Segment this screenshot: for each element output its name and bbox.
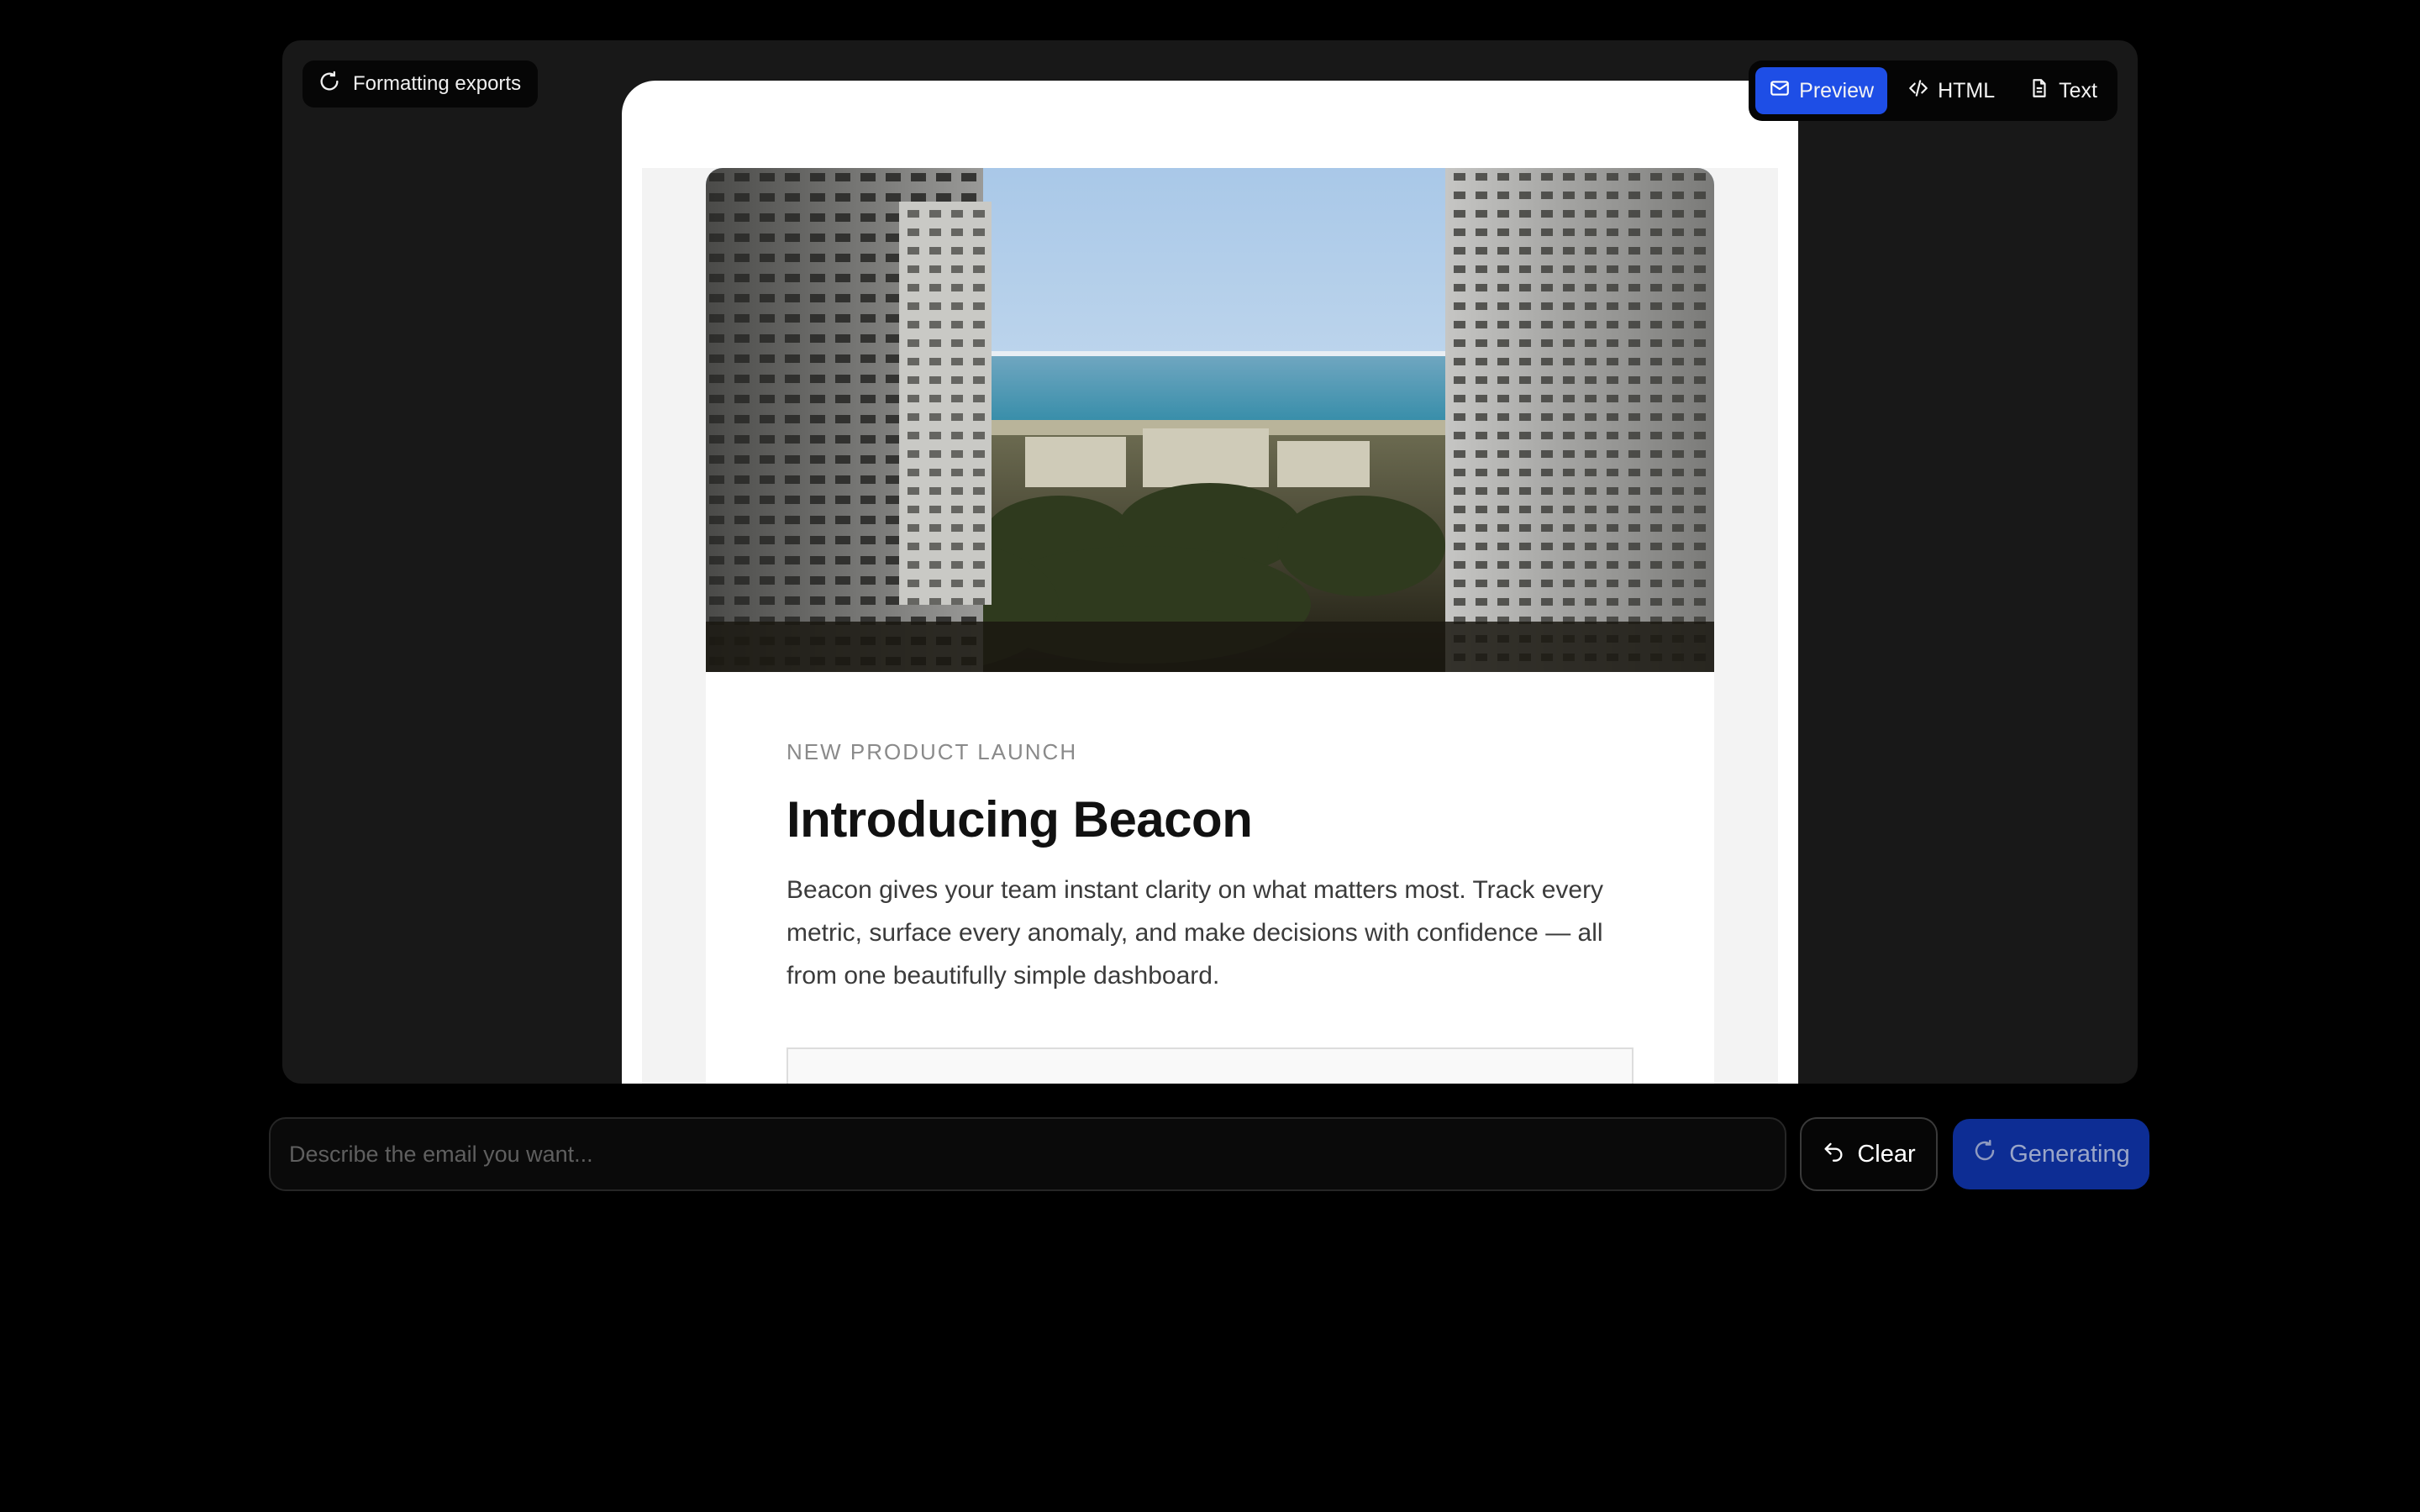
tab-html-label: HTML xyxy=(1938,78,1996,102)
loading-spinner-icon xyxy=(1972,1138,1997,1170)
clear-button[interactable]: Clear xyxy=(1800,1117,1938,1191)
email-preview-frame: NEW PRODUCT LAUNCH Introducing Beacon Be… xyxy=(622,81,1798,1084)
email-preview-panel: Formatting exports NEW PRODUCT LAUNCH In… xyxy=(282,40,2138,1084)
view-mode-toggle: Preview HTML Text xyxy=(1749,60,2118,121)
tab-preview[interactable]: Preview xyxy=(1755,67,1888,114)
mail-icon xyxy=(1769,77,1791,105)
tab-text-label: Text xyxy=(2059,78,2097,102)
generate-button-label: Generating xyxy=(2009,1140,2130,1168)
generate-button[interactable]: Generating xyxy=(1953,1119,2149,1189)
code-icon xyxy=(1907,77,1929,105)
email-eyebrow: NEW PRODUCT LAUNCH xyxy=(786,739,1078,764)
document-icon xyxy=(2028,77,2050,105)
email-card: NEW PRODUCT LAUNCH Introducing Beacon Be… xyxy=(706,168,1714,1084)
undo-icon xyxy=(1822,1139,1845,1169)
tab-text[interactable]: Text xyxy=(2015,67,2111,114)
prompt-input-container xyxy=(269,1117,1786,1191)
loading-spinner-icon xyxy=(318,70,341,99)
tab-preview-label: Preview xyxy=(1799,78,1875,102)
clear-button-label: Clear xyxy=(1857,1140,1916,1168)
tab-html[interactable]: HTML xyxy=(1894,67,2008,114)
email-body-text: Beacon gives your team instant clarity o… xyxy=(786,876,1604,990)
status-indicator: Formatting exports xyxy=(302,60,539,108)
email-callout-box xyxy=(786,1047,1634,1084)
hero-image xyxy=(706,168,1714,672)
email-headline: Introducing Beacon xyxy=(786,791,1253,848)
email-content: NEW PRODUCT LAUNCH Introducing Beacon Be… xyxy=(706,672,1714,1084)
status-label: Formatting exports xyxy=(353,72,522,95)
prompt-input[interactable] xyxy=(287,1140,1768,1168)
